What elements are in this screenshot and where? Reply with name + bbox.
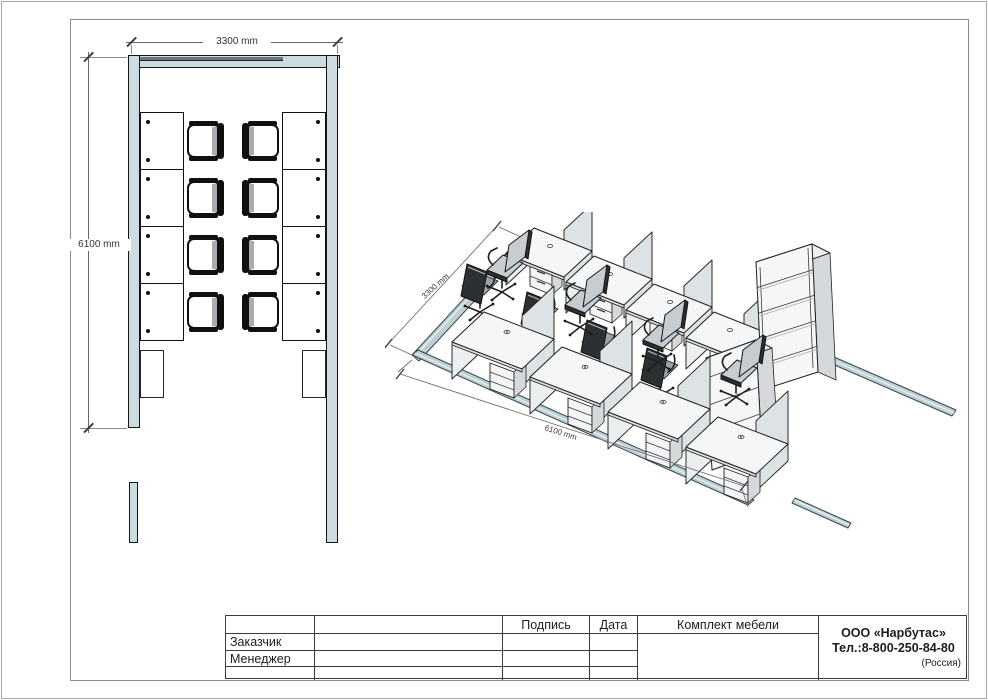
company-name: ООО «Нарбутас» (819, 626, 968, 641)
plan-chair (187, 178, 225, 218)
plan-chair (241, 292, 279, 332)
customer-value-cell (315, 634, 503, 651)
desk-grommet-dot (146, 291, 150, 295)
company-info: ООО «Нарбутас» Тел.:8-800-250-84-80 (Рос… (819, 616, 968, 680)
desk-grommet-dot (316, 291, 320, 295)
plan-chair (187, 292, 225, 332)
desk-grommet-dot (316, 158, 320, 162)
manager-signature-cell (503, 651, 590, 667)
plan-wall-left-lower (129, 482, 138, 543)
manager-label: Менеджер (226, 651, 315, 667)
dim-extension (337, 45, 338, 54)
title-block: Подпись Дата Комплект мебели ООО «Нарбут… (225, 615, 967, 679)
desk-grommet-dot (316, 329, 320, 333)
plan-chair (241, 121, 279, 161)
manager-value-cell (315, 651, 503, 667)
plan-desk (282, 283, 326, 341)
plan-desk (140, 283, 184, 341)
chair-backrest (242, 123, 249, 159)
chair-backrest (217, 294, 224, 330)
desk-grommet-dot (316, 234, 320, 238)
desk-grommet-dot (146, 272, 150, 276)
desk-grommet-dot (146, 234, 150, 238)
customer-label: Заказчик (226, 634, 315, 651)
title-cell-empty (315, 667, 503, 680)
desk-grommet-dot (146, 158, 150, 162)
dim-extension (131, 45, 132, 54)
customer-date-cell (590, 634, 638, 651)
chair-backrest (242, 237, 249, 273)
floor-plan-2d: 3300 mm 6100 mm (0, 0, 400, 600)
desk-grommet-dot (146, 177, 150, 181)
plan-height-label: 6100 mm (67, 239, 131, 251)
view-3d: 3300 mm (385, 212, 980, 567)
title-cell-empty (226, 667, 315, 680)
title-cell-empty (226, 616, 315, 634)
plan-desk (140, 226, 184, 284)
desk-grommet-dot (316, 272, 320, 276)
chair-backrest (217, 180, 224, 216)
plan-width-label: 3300 mm (203, 36, 271, 48)
plan-desk (282, 112, 326, 170)
company-country: (Россия) (819, 656, 968, 671)
plan-wall-right (326, 55, 338, 543)
desk-grommet-dot (146, 215, 150, 219)
desk-grommet-dot (146, 120, 150, 124)
iso-width-label: 3300 mm (420, 271, 451, 300)
date-header: Дата (590, 616, 638, 634)
chair-backrest (217, 123, 224, 159)
furniture-set-header: Комплект мебели (638, 616, 819, 634)
title-cell-empty (503, 667, 590, 680)
desk-grommet-dot (316, 215, 320, 219)
chair-backrest (217, 237, 224, 273)
chair-backrest (242, 180, 249, 216)
desk-grommet-dot (146, 329, 150, 333)
plan-wall-window-band (133, 57, 283, 61)
plan-desk (282, 226, 326, 284)
plan-desk (140, 112, 184, 170)
signature-header: Подпись (503, 616, 590, 634)
furniture-layout-drawing: 3300 mm 6100 mm (0, 0, 988, 700)
plan-desk (140, 169, 184, 227)
plan-pedestal-right (302, 350, 326, 398)
plan-chair (241, 235, 279, 275)
plan-desk (282, 169, 326, 227)
company-phone: Тел.:8-800-250-84-80 (819, 641, 968, 656)
title-cell-empty (315, 616, 503, 634)
plan-chair (187, 121, 225, 161)
manager-date-cell (590, 651, 638, 667)
title-cell-empty (590, 667, 638, 680)
chair-backrest (242, 294, 249, 330)
plan-chair (241, 178, 279, 218)
desk-grommet-dot (316, 120, 320, 124)
customer-signature-cell (503, 634, 590, 651)
plan-pedestal-left (140, 350, 164, 398)
furniture-set-cell (638, 634, 819, 680)
desk-grommet-dot (316, 177, 320, 181)
plan-chair (187, 235, 225, 275)
